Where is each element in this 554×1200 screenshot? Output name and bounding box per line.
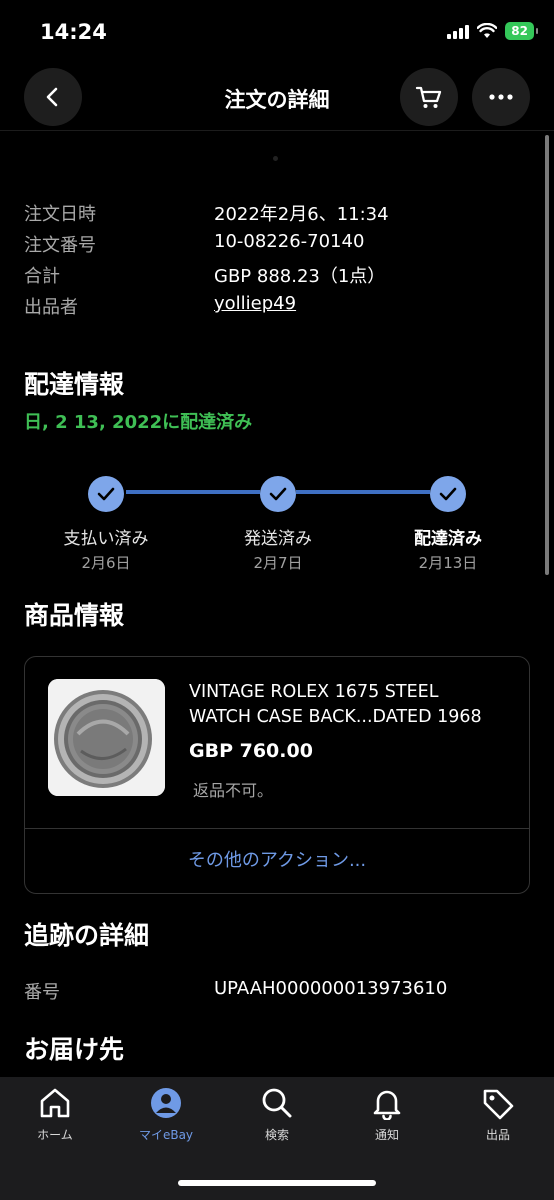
tab-notifications[interactable]: 通知 [342,1086,432,1143]
progress-line-1 [126,490,260,494]
order-number-value: 10-08226-70140 [214,231,365,252]
product-title-line-2: WATCH CASE BACK...DATED 1968 [189,707,482,727]
battery-indicator: 82 [505,22,538,40]
order-date-label: 注文日時 [24,204,96,225]
tab-search[interactable]: 検索 [232,1086,322,1143]
card-divider [25,828,529,829]
step-paid-label: 支払い済み [63,529,149,549]
page-title: 注文の詳細 [224,88,330,112]
seller-link[interactable]: yolliep49 [214,293,296,314]
check-icon [269,487,287,501]
tab-home[interactable]: ホーム [10,1086,100,1143]
step-shipped-label: 発送済み [244,529,312,549]
step-shipped-circle [260,476,296,512]
order-date-value: 2022年2月6、11:34 [214,204,389,225]
step-delivered-label: 配達済み [414,529,482,549]
step-paid-date: 2月6日 [81,554,131,572]
order-total-value: GBP 888.23（1点） [214,266,386,287]
more-actions-button[interactable]: その他のアクション... [25,846,529,872]
more-icon [489,94,513,100]
tab-search-label: 検索 [264,1128,289,1142]
product-price: GBP 760.00 [189,740,313,762]
shipping-section-title: お届け先 [24,1035,125,1064]
tracking-number-value[interactable]: UPAAH000000013973610 [214,978,447,999]
tab-my-ebay[interactable]: マイeBay [121,1086,211,1143]
header-divider [0,130,554,131]
order-number-label: 注文番号 [24,235,96,256]
bell-icon [373,1090,401,1120]
tab-selling-label: 出品 [485,1128,510,1142]
tab-notifications-label: 通知 [374,1128,399,1142]
step-paid-circle [88,476,124,512]
scrollbar[interactable] [545,135,549,575]
wifi-icon [477,23,498,38]
tracking-number-label: 番号 [24,982,60,1003]
more-options-button[interactable] [472,68,530,126]
cart-button[interactable] [400,68,458,126]
check-icon [439,487,457,501]
step-delivered-date: 2月13日 [418,554,478,572]
status-time: 14:24 [40,20,107,44]
tracking-section-title: 追跡の詳細 [24,921,150,950]
cart-icon [415,86,442,108]
check-icon [97,487,115,501]
product-title[interactable]: VINTAGE ROLEX 1675 STEEL WATCH CASE BACK… [189,680,529,730]
delivery-status: 日, 2 13, 2022に配達済み [24,412,253,433]
return-policy: 返品不可。 [193,781,274,800]
search-icon [262,1088,292,1118]
tab-selling[interactable]: 出品 [453,1086,543,1143]
step-shipped-date: 2月7日 [253,554,303,572]
home-indicator[interactable] [178,1180,376,1186]
order-total-label: 合計 [24,266,60,287]
watch-caseback-image [48,679,165,796]
product-title-line-1: VINTAGE ROLEX 1675 STEEL [189,682,439,702]
product-section-title: 商品情報 [24,601,125,630]
delivery-section-title: 配達情報 [24,370,125,399]
signal-icon [447,23,470,39]
seller-label: 出品者 [24,297,78,318]
tab-my-ebay-label: マイeBay [138,1128,194,1142]
product-image[interactable] [48,679,165,796]
status-icons: 82 [447,22,538,40]
tab-home-label: ホーム [37,1128,73,1142]
profile-icon [151,1088,181,1118]
step-delivered-circle [430,476,466,512]
tag-icon [483,1089,514,1120]
decorative-dot [273,156,278,161]
home-icon [40,1088,70,1118]
progress-line-2 [296,490,430,494]
